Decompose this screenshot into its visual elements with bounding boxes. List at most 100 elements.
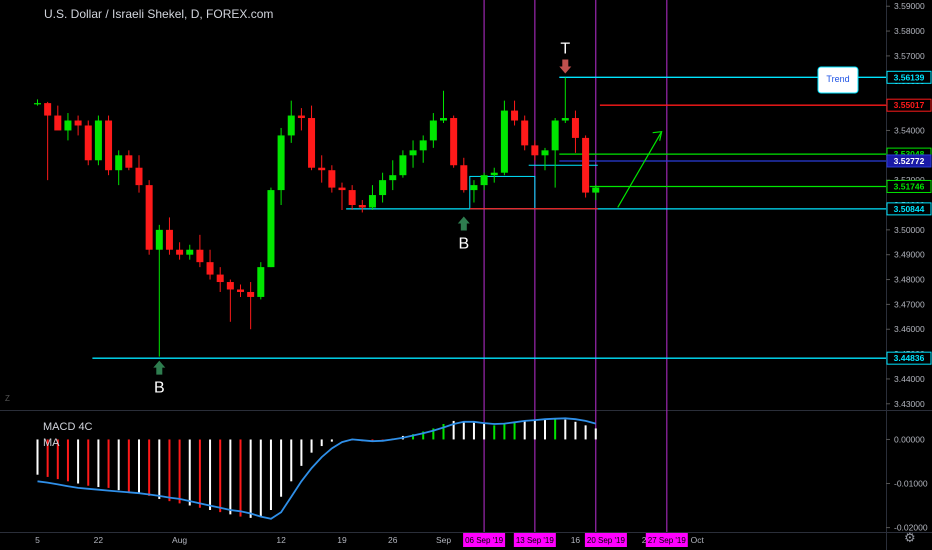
candle-body [511, 110, 519, 121]
price-tick-label: 3.58000 [894, 26, 925, 36]
candle-body [257, 267, 265, 297]
candle-body [490, 172, 498, 176]
candle-body [74, 120, 82, 126]
candle-body [135, 167, 143, 186]
candle-body [64, 120, 72, 131]
candle-body [368, 195, 376, 208]
candle-body [44, 103, 52, 116]
candle-body [551, 120, 559, 151]
candle-body [216, 274, 224, 283]
candle-body [541, 150, 549, 156]
time-axis: 522Aug121926Sep91623Oct06 Sep '1913 Sep … [35, 533, 704, 547]
candle-body [145, 185, 153, 250]
candle-body [592, 187, 600, 193]
candle-body [105, 120, 113, 171]
candle-body [571, 118, 579, 138]
candle-body [125, 155, 133, 168]
candle-body [155, 229, 163, 250]
range-box [469, 175, 536, 210]
candle-body [267, 190, 275, 268]
price-tick-label: 3.50000 [894, 225, 925, 235]
buy-label: B [458, 235, 469, 252]
candle-body [338, 187, 346, 191]
time-highlight-label: 13 Sep '19 [516, 536, 555, 545]
macd-indicator-label: MACD 4C [43, 421, 93, 433]
top-label: T [560, 41, 570, 58]
candle-body [34, 103, 41, 105]
level-label: 3.44836 [894, 353, 925, 363]
level-label: 3.55017 [894, 100, 925, 110]
price-tick-label: 3.46000 [894, 324, 925, 334]
range-boxes [469, 164, 598, 210]
candle-body [460, 165, 468, 191]
candle-body [165, 229, 173, 250]
price-tick-label: 3.57000 [894, 51, 925, 61]
candle-body [358, 205, 366, 208]
macd-signal-line [37, 417, 597, 520]
level-label: 3.51746 [894, 181, 925, 191]
candle-body [450, 118, 458, 166]
candle-body [115, 155, 123, 171]
candle-body [226, 282, 234, 290]
candle-body [531, 145, 539, 156]
candle-body [84, 125, 92, 161]
chart-title: U.S. Dollar / Israeli Shekel, D, FOREX.c… [44, 7, 274, 21]
candle-body [54, 115, 62, 131]
candle-body [429, 120, 437, 141]
candle-body [348, 190, 356, 205]
level-label: 3.56139 [894, 72, 925, 82]
time-label: Sep [436, 535, 451, 545]
price-axis: 3.590003.580003.570003.560003.550003.540… [886, 1, 932, 533]
candle-body [176, 249, 184, 255]
time-highlight-label: 27 Sep '19 [648, 536, 687, 545]
price-chart[interactable]: BBT Trend 3.590003.580003.570003.560003.… [0, 0, 932, 550]
level-label: 3.52772 [894, 156, 925, 166]
candle-body [297, 115, 305, 119]
price-tick-label: 3.48000 [894, 275, 925, 285]
cycle-lines [483, 0, 668, 532]
macd-tick-label: 0.00000 [894, 434, 925, 444]
candle-body [94, 120, 102, 161]
candle-body [419, 140, 427, 151]
macd-tick-label: -0.01000 [894, 479, 928, 489]
candle-body [196, 249, 204, 263]
candle-body [582, 137, 590, 193]
time-label: 12 [276, 535, 286, 545]
time-label: Aug [172, 535, 187, 545]
candle-body [470, 185, 478, 191]
ma-indicator-label: MA [43, 437, 60, 449]
top-arrow-icon [559, 59, 572, 74]
candles [34, 77, 600, 357]
candle-body [186, 249, 194, 255]
time-highlight-label: 20 Sep '19 [587, 536, 626, 545]
price-tick-label: 3.54000 [894, 125, 925, 135]
buy-sell-marks: B B T [153, 41, 572, 397]
buy-arrow-icon [153, 360, 166, 375]
time-label: 22 [94, 535, 104, 545]
candle-body [500, 110, 508, 173]
price-tick-label: 3.47000 [894, 299, 925, 309]
scale-toggle-z[interactable]: Z [5, 394, 10, 403]
time-label: 5 [35, 535, 40, 545]
macd-pane [36, 417, 597, 520]
price-tick-label: 3.49000 [894, 250, 925, 260]
candle-body [206, 262, 214, 275]
candle-body [287, 115, 295, 136]
candle-body [409, 150, 417, 156]
candle-body [379, 180, 387, 196]
candle-body [480, 175, 488, 186]
candle-body [440, 118, 447, 121]
buy-label: B [154, 380, 165, 397]
trend-arrow-line [617, 131, 663, 208]
time-label: 26 [388, 535, 398, 545]
candle-body [318, 167, 326, 171]
buy-arrow-icon [457, 216, 470, 231]
candle-body [237, 289, 244, 292]
gear-icon[interactable]: ⚙ [904, 530, 916, 546]
candle-body [389, 175, 397, 181]
candle-body [308, 118, 316, 168]
candle-body [277, 135, 285, 191]
price-tick-label: 3.59000 [894, 1, 925, 11]
time-highlight-label: 06 Sep '19 [465, 536, 504, 545]
candle-body [399, 155, 407, 176]
